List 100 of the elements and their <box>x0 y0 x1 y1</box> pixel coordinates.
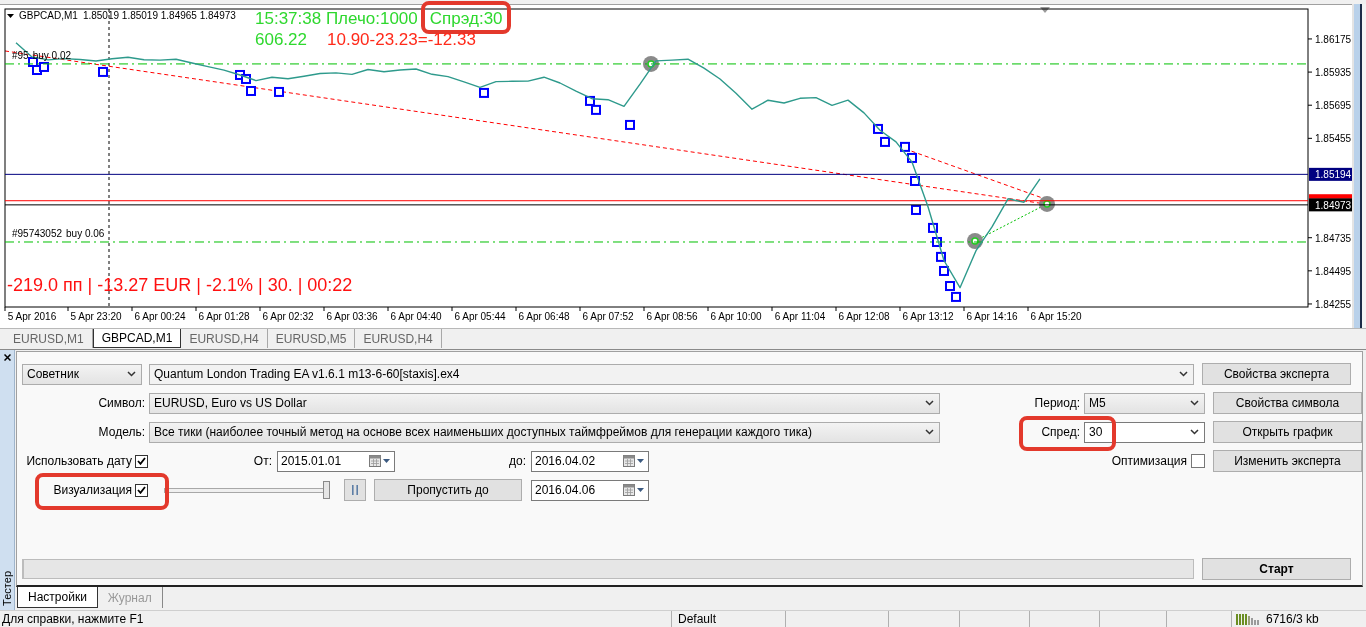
time-axis-label: 5 Apr 2016 <box>7 311 57 322</box>
chart-tab[interactable]: EURUSD,H4 <box>355 329 442 348</box>
checkbox[interactable] <box>1191 454 1205 468</box>
checkbox-label: Оптимизация <box>1111 454 1187 468</box>
symbol-properties-button[interactable]: Свойства символа <box>1213 392 1362 414</box>
symbol-dropdown[interactable]: EURUSD, Euro vs US Dollar <box>149 392 940 414</box>
slider-thumb[interactable] <box>323 481 330 499</box>
time-axis-label: 6 Apr 13:12 <box>902 311 954 322</box>
expert-dropdown[interactable]: Quantum London Trading EA v1.6.1 m13-6-60[staxis].ex4 <box>149 363 1194 385</box>
ref-line-label: 1.85194 <box>1315 169 1352 181</box>
speed-slider-track[interactable] <box>164 481 330 499</box>
square-marker <box>241 74 251 84</box>
chart-tab[interactable]: GBPCAD,M1 <box>92 329 182 348</box>
price-axis-label: 1.85695 <box>1315 100 1352 112</box>
checkbox-label: Использовать дату <box>25 454 132 468</box>
status-text: 6716/3 kb <box>1266 611 1319 627</box>
status-text: Default <box>678 611 717 627</box>
square-marker <box>932 237 942 247</box>
checkmark-icon <box>137 457 146 465</box>
expert-properties-button[interactable]: Свойства эксперта <box>1202 363 1351 385</box>
square-marker <box>945 281 955 291</box>
square-marker <box>928 222 938 233</box>
spread-text: Спрэд:30 <box>429 9 503 28</box>
time-axis-label: 6 Apr 15:20 <box>1030 311 1082 322</box>
connection-bars-icon <box>1236 613 1260 625</box>
square-marker <box>900 141 910 152</box>
price-axis-label: 1.85455 <box>1315 133 1352 145</box>
time-axis-label: 6 Apr 04:40 <box>390 311 442 322</box>
spread-combobox[interactable]: 30 <box>1084 421 1205 443</box>
chevron-down-icon[interactable] <box>1179 371 1188 377</box>
square-marker <box>880 136 890 147</box>
square-marker <box>591 104 601 115</box>
square-marker <box>585 95 595 106</box>
order-ticket: #95 <box>12 49 29 61</box>
price-axis-label: 1.84735 <box>1315 232 1352 244</box>
time-axis-label: 6 Apr 03:36 <box>326 311 378 322</box>
shift-marker-icon[interactable] <box>1040 7 1050 13</box>
time-axis-label: 6 Apr 00:24 <box>134 311 186 322</box>
chart-tab[interactable]: EURUSD,M5 <box>267 329 356 348</box>
price-axis-label: 1.85935 <box>1315 67 1352 79</box>
caret-down-icon[interactable] <box>383 459 390 463</box>
chevron-down-icon[interactable] <box>1190 429 1199 435</box>
price-axis-label: 1.86175 <box>1315 33 1352 45</box>
checkbox-label: Визуализация <box>52 483 132 497</box>
chevron-down-icon[interactable] <box>127 371 136 377</box>
time-axis-label: 6 Apr 07:52 <box>582 311 634 322</box>
time-axis-label: 6 Apr 11:04 <box>774 311 826 322</box>
chevron-down-icon[interactable] <box>925 400 934 406</box>
field-label: От: <box>252 454 272 468</box>
price-axis-label: 1.84495 <box>1315 265 1352 277</box>
chevron-down-icon[interactable] <box>1190 400 1199 406</box>
square-marker <box>479 87 489 98</box>
calendar-icon[interactable] <box>623 455 635 467</box>
modify-expert-button[interactable]: Изменить эксперта <box>1213 450 1362 472</box>
field-label: до: <box>508 454 526 468</box>
time-axis-label: 6 Apr 02:32 <box>262 311 314 322</box>
caret-down-icon[interactable] <box>637 488 644 492</box>
checkbox[interactable] <box>135 454 148 468</box>
period-dropdown[interactable]: M5 <box>1084 392 1205 414</box>
square-marker <box>907 152 917 163</box>
time-axis-label: 6 Apr 05:44 <box>454 311 506 322</box>
balance-text: 606.22 <box>255 30 307 49</box>
field-label: Модель: <box>97 425 145 439</box>
price-axis-label: 1.84255 <box>1315 298 1352 310</box>
ref-line-label: 1.84973 <box>1315 199 1352 211</box>
chevron-down-icon[interactable] <box>925 429 934 435</box>
square-marker <box>98 66 108 77</box>
date-field[interactable]: 2016.04.06 <box>531 479 649 501</box>
time-leverage-text: 15:37:38 Плечо:1000 <box>255 9 418 28</box>
price-tag: 1.84973 <box>1309 198 1352 212</box>
calendar-icon[interactable] <box>623 484 635 496</box>
caret-down-icon[interactable] <box>637 459 644 463</box>
date-field[interactable]: 2015.01.01 <box>277 450 395 472</box>
square-marker <box>625 119 635 130</box>
chart-tab[interactable]: EURUSD,H4 <box>181 329 268 348</box>
dropdown-triangle-icon[interactable] <box>7 14 14 18</box>
circle-marker <box>643 55 659 72</box>
square-marker <box>936 251 946 262</box>
date-field[interactable]: 2016.04.02 <box>531 450 649 472</box>
circle-marker <box>1039 195 1055 212</box>
time-axis-label: 6 Apr 14:16 <box>966 311 1018 322</box>
open-chart-button[interactable]: Открыть график <box>1213 421 1362 443</box>
checkmark-icon <box>137 486 146 494</box>
panel-tab[interactable]: Настройки <box>17 587 98 608</box>
chart-tab[interactable]: EURUSD,M1 <box>5 329 93 348</box>
square-marker <box>939 266 949 276</box>
pause-button[interactable] <box>344 479 366 501</box>
circle-marker <box>967 233 983 249</box>
price-tag <box>1309 194 1352 199</box>
status-text: Для справки, нажмите F1 <box>2 611 144 627</box>
order-info: buy 0.06 <box>66 228 105 239</box>
pause-icon[interactable] <box>352 485 358 495</box>
model-dropdown[interactable]: Все тики (наиболее точный метод на основе всех наименьших доступных таймфреймов для генерации каждого тика) <box>149 421 940 443</box>
square-marker <box>39 61 49 72</box>
field-label: Символ: <box>97 396 145 410</box>
start-button[interactable]: Старт <box>1202 558 1351 580</box>
skip-to-button[interactable]: Пропустить до <box>374 479 522 501</box>
calendar-icon[interactable] <box>369 455 381 467</box>
checkbox[interactable] <box>135 483 148 497</box>
expert-type-dropdown[interactable]: Советник <box>22 363 142 385</box>
